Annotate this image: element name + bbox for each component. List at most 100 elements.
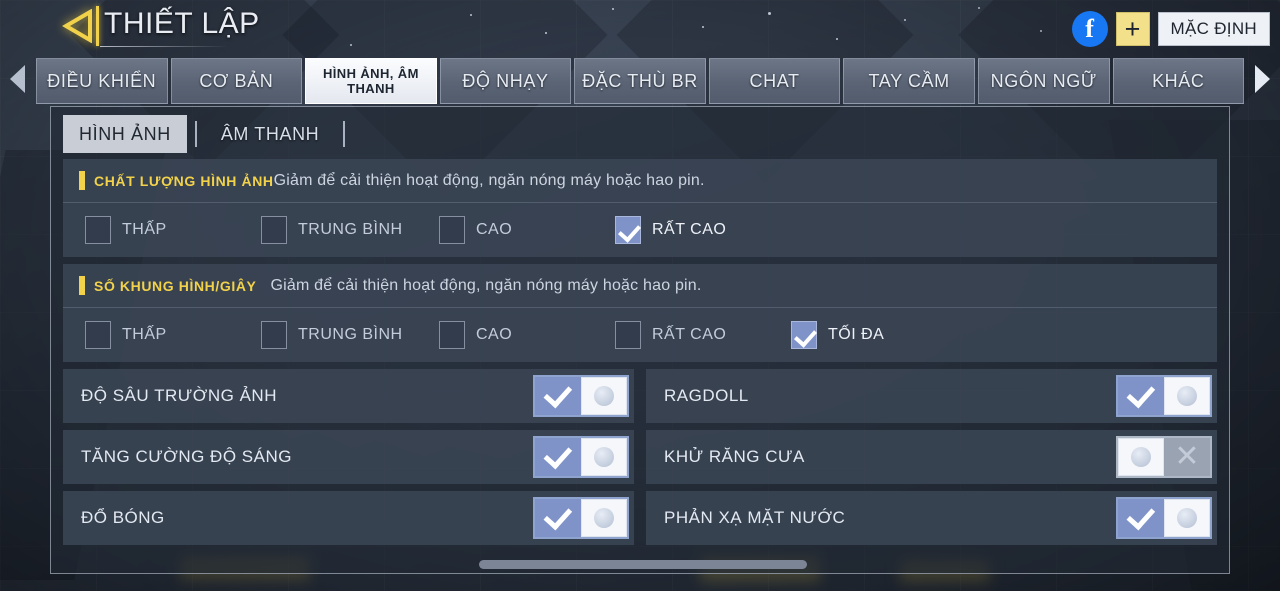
toggle-row-tang-cuong-do-sang[interactable]: TĂNG CƯỜNG ĐỘ SÁNG: [63, 430, 634, 484]
option-label: TRUNG BÌNH: [298, 221, 403, 238]
check-icon: [1118, 377, 1164, 415]
option-label: RẤT CAO: [652, 326, 727, 343]
tab-label: CHAT: [749, 70, 800, 91]
facebook-icon[interactable]: f: [1071, 11, 1108, 47]
toggle-row-do-bong[interactable]: ĐỔ BÓNG: [63, 491, 634, 545]
tab-chat[interactable]: CHAT: [708, 58, 841, 104]
close-icon: ✕: [1164, 438, 1210, 476]
default-button-label: MẶC ĐỊNH: [1170, 19, 1257, 38]
subtab-separator: [343, 121, 346, 147]
tab-tay-cam[interactable]: TAY CẦM: [843, 58, 975, 104]
section-description: Giảm để cải thiện hoạt động, ngăn nóng m…: [270, 276, 702, 294]
toggle-knob: [581, 377, 627, 415]
check-icon: [535, 377, 581, 415]
tab-khac[interactable]: KHÁC: [1112, 58, 1244, 104]
toggle-row-ragdoll[interactable]: RAGDOLL: [646, 369, 1217, 423]
settings-scroll-area[interactable]: CHẤT LƯỢNG HÌNH ẢNH Giảm để cải thiện ho…: [63, 159, 1217, 555]
toggle-switch[interactable]: [1116, 375, 1212, 417]
tab-label: NGÔN NGỮ: [990, 70, 1097, 91]
checkbox-icon[interactable]: [85, 216, 111, 244]
tab-do-nhay[interactable]: ĐỘ NHẠY: [439, 58, 572, 104]
subtab-separator: [194, 121, 197, 147]
tab-label: ĐẶC THÙ BR: [582, 70, 698, 91]
toggle-label: PHẢN XẠ MẶT NƯỚC: [664, 508, 846, 527]
title-divider: [96, 6, 99, 46]
section-bullet-icon: [79, 171, 85, 190]
toggle-switch[interactable]: [533, 375, 629, 417]
section-so-khung-hinh-giay: SỐ KHUNG HÌNH/GIÂY Giảm để cải thiện hoạ…: [63, 264, 1217, 362]
option-trung-binh[interactable]: TRUNG BÌNH: [261, 216, 429, 244]
option-label: CAO: [476, 221, 513, 238]
header-actions: f + MẶC ĐỊNH: [1071, 11, 1270, 47]
section-description: Giảm để cải thiện hoạt động, ngăn nóng m…: [273, 171, 705, 189]
toggle-switch[interactable]: [533, 436, 629, 478]
section-header: SỐ KHUNG HÌNH/GIÂY Giảm để cải thiện hoạ…: [63, 264, 1217, 308]
subtab-am-thanh[interactable]: ÂM THANH: [205, 115, 335, 153]
toggle-switch[interactable]: [1116, 497, 1212, 539]
checkbox-icon[interactable]: [439, 216, 465, 244]
checkbox-icon[interactable]: [261, 321, 287, 349]
section-bullet-icon: [79, 276, 85, 295]
checkbox-icon[interactable]: [85, 321, 111, 349]
tab-dac-thu-br[interactable]: ĐẶC THÙ BR: [574, 58, 706, 104]
option-label: RẤT CAO: [652, 221, 727, 238]
option-group: THẤP TRUNG BÌNH CAO RẤT CAO: [63, 203, 1217, 257]
option-cao[interactable]: CAO: [439, 216, 605, 244]
subtab-hinh-anh[interactable]: HÌNH ẢNH: [63, 115, 187, 153]
page-title: THIẾT LẬP: [104, 7, 260, 40]
toggle-label: TĂNG CƯỜNG ĐỘ SÁNG: [81, 447, 292, 466]
back-arrow-icon: [62, 8, 96, 48]
chevron-right-icon: [1252, 64, 1272, 99]
chevron-left-icon: [8, 64, 28, 99]
toggle-row-do-sau-truong-anh[interactable]: ĐỘ SÂU TRƯỜNG ẢNH: [63, 369, 634, 423]
checkbox-icon[interactable]: [615, 321, 641, 349]
tab-label: ĐIỀU KHIỂN: [47, 70, 157, 91]
tab-label: KHÁC: [1152, 70, 1205, 91]
section-title: CHẤT LƯỢNG HÌNH ẢNH: [94, 172, 274, 189]
checkbox-icon[interactable]: [791, 321, 817, 349]
check-icon: [1118, 499, 1164, 537]
tabs-scroll-right-button[interactable]: [1244, 58, 1280, 104]
option-toi-da[interactable]: TỐI ĐA: [791, 321, 884, 349]
tabs-container: ĐIỀU KHIỂN CƠ BẢN HÌNH ẢNH, ÂM THANH ĐỘ …: [36, 58, 1244, 104]
default-button[interactable]: MẶC ĐỊNH: [1157, 12, 1270, 46]
checkbox-icon[interactable]: [439, 321, 465, 349]
option-rat-cao[interactable]: RẤT CAO: [615, 216, 726, 244]
toggle-knob: [581, 499, 627, 537]
tabs-scroll-left-button[interactable]: [0, 58, 36, 104]
check-icon: [535, 499, 581, 537]
checkbox-icon[interactable]: [615, 216, 641, 244]
toggle-switch[interactable]: [533, 497, 629, 539]
option-cao[interactable]: CAO: [439, 321, 605, 349]
tab-co-ban[interactable]: CƠ BẢN: [170, 58, 303, 104]
option-label: THẤP: [122, 326, 167, 343]
option-trung-binh[interactable]: TRUNG BÌNH: [261, 321, 429, 349]
checkbox-icon[interactable]: [261, 216, 287, 244]
toggle-knob: [1118, 438, 1164, 476]
main-tab-bar: ĐIỀU KHIỂN CƠ BẢN HÌNH ẢNH, ÂM THANH ĐỘ …: [0, 58, 1280, 104]
option-label: TỐI ĐA: [828, 326, 885, 343]
section-title: SỐ KHUNG HÌNH/GIÂY: [94, 277, 257, 294]
toggle-switch[interactable]: ✕: [1116, 436, 1212, 478]
settings-panel: HÌNH ẢNH ÂM THANH CHẤT LƯỢNG HÌNH ẢNH Gi…: [50, 106, 1230, 574]
plus-icon[interactable]: +: [1115, 12, 1150, 46]
tab-dieu-khien[interactable]: ĐIỀU KHIỂN: [36, 58, 168, 104]
toggle-label: ĐỔ BÓNG: [81, 508, 165, 527]
tab-hinh-anh-am-thanh[interactable]: HÌNH ẢNH, ÂM THANH: [305, 58, 437, 104]
toggle-grid: ĐỘ SÂU TRƯỜNG ẢNH RAGDOLL TĂNG CƯỜNG ĐỘ …: [63, 369, 1217, 545]
section-chat-luong-hinh-anh: CHẤT LƯỢNG HÌNH ẢNH Giảm để cải thiện ho…: [63, 159, 1217, 257]
horizontal-scrollbar[interactable]: [51, 558, 1229, 570]
tab-ngon-ngu[interactable]: NGÔN NGỮ: [977, 58, 1110, 104]
toggle-knob: [581, 438, 627, 476]
toggle-row-phan-xa-mat-nuoc[interactable]: PHẢN XẠ MẶT NƯỚC: [646, 491, 1217, 545]
toggle-row-khu-rang-cua[interactable]: KHỬ RĂNG CƯA ✕: [646, 430, 1217, 484]
toggle-label: RAGDOLL: [664, 386, 749, 405]
option-thap[interactable]: THẤP: [85, 216, 251, 244]
tab-label: ĐỘ NHẠY: [462, 70, 549, 91]
header-bar: THIẾT LẬP f + MẶC ĐỊNH: [0, 0, 1280, 58]
scrollbar-thumb[interactable]: [479, 560, 807, 569]
option-thap[interactable]: THẤP: [85, 321, 251, 349]
option-rat-cao[interactable]: RẤT CAO: [615, 321, 781, 349]
title-underline: [100, 46, 228, 47]
toggle-knob: [1164, 377, 1210, 415]
